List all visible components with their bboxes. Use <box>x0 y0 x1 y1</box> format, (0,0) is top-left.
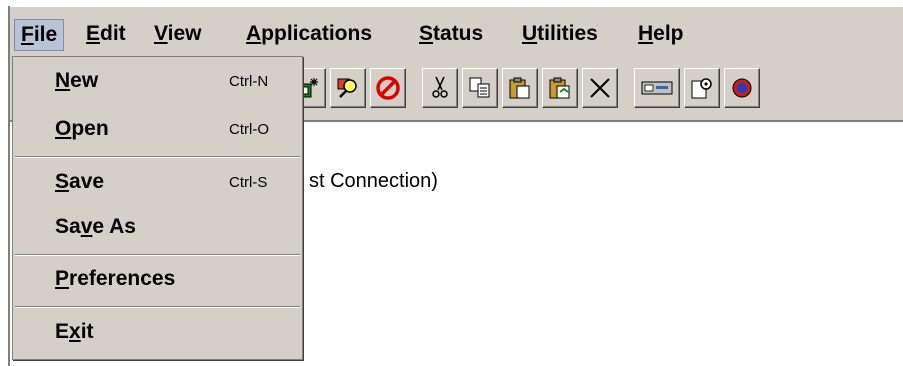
find-icon <box>337 78 357 98</box>
menu-separator <box>15 254 300 256</box>
menu-separator <box>15 156 300 158</box>
connection-label: st Connection) <box>309 170 438 192</box>
paste-special-button[interactable] <box>542 68 578 108</box>
menu-item-preferences-label: Preferences <box>55 267 176 290</box>
menu-item-save-shortcut: Ctrl-S <box>229 174 268 191</box>
device-button[interactable] <box>634 68 680 108</box>
menu-edit[interactable]: Edit <box>80 19 132 49</box>
paste-icon <box>509 77 530 99</box>
menu-item-save-label: Save <box>55 170 105 193</box>
copy-icon <box>469 77 490 98</box>
stop-icon <box>376 76 400 100</box>
device-icon <box>641 81 673 95</box>
menu-file[interactable]: File <box>14 19 65 51</box>
menu-item-new-shortcut: Ctrl-N <box>229 73 269 90</box>
find-button[interactable] <box>330 68 366 108</box>
menu-separator <box>15 306 300 308</box>
menu-item-open[interactable]: Open Ctrl-O <box>13 109 302 153</box>
menu-item-open-shortcut: Ctrl-O <box>229 121 269 138</box>
cut-icon <box>432 76 448 98</box>
properties-button[interactable] <box>684 68 720 108</box>
stop-button[interactable] <box>370 68 406 108</box>
file-menu-dropdown: New Ctrl-N Open Ctrl-O Save Ctrl-S Save … <box>12 56 303 360</box>
menu-status[interactable]: Status <box>413 19 489 49</box>
menu-item-open-label: Open <box>55 117 109 140</box>
delete-button[interactable] <box>582 68 618 108</box>
help-button[interactable] <box>724 68 760 108</box>
menu-item-exit-label: Exit <box>55 320 94 343</box>
menu-item-new[interactable]: New Ctrl-N <box>13 61 302 105</box>
menu-utilities[interactable]: Utilities <box>516 19 604 49</box>
menu-view[interactable]: View <box>148 19 208 49</box>
help-icon <box>732 78 752 98</box>
delete-icon <box>590 78 610 98</box>
copy-button[interactable] <box>462 68 498 108</box>
menu-item-new-label: New <box>55 69 99 92</box>
menu-item-preferences[interactable]: Preferences <box>13 259 302 303</box>
paste-button[interactable] <box>502 68 538 108</box>
cut-button[interactable] <box>422 68 458 108</box>
paste-special-icon <box>549 77 570 99</box>
menu-bar: File Edit View Applications Status Utili… <box>10 6 903 56</box>
properties-icon <box>691 78 712 99</box>
menu-help[interactable]: Help <box>632 19 690 49</box>
menu-item-save[interactable]: Save Ctrl-S <box>13 162 302 206</box>
menu-item-exit[interactable]: Exit <box>13 312 302 356</box>
menu-item-save-as-label: Save As <box>55 215 136 238</box>
menu-item-save-as[interactable]: Save As <box>13 207 302 251</box>
menu-applications[interactable]: Applications <box>240 19 378 49</box>
